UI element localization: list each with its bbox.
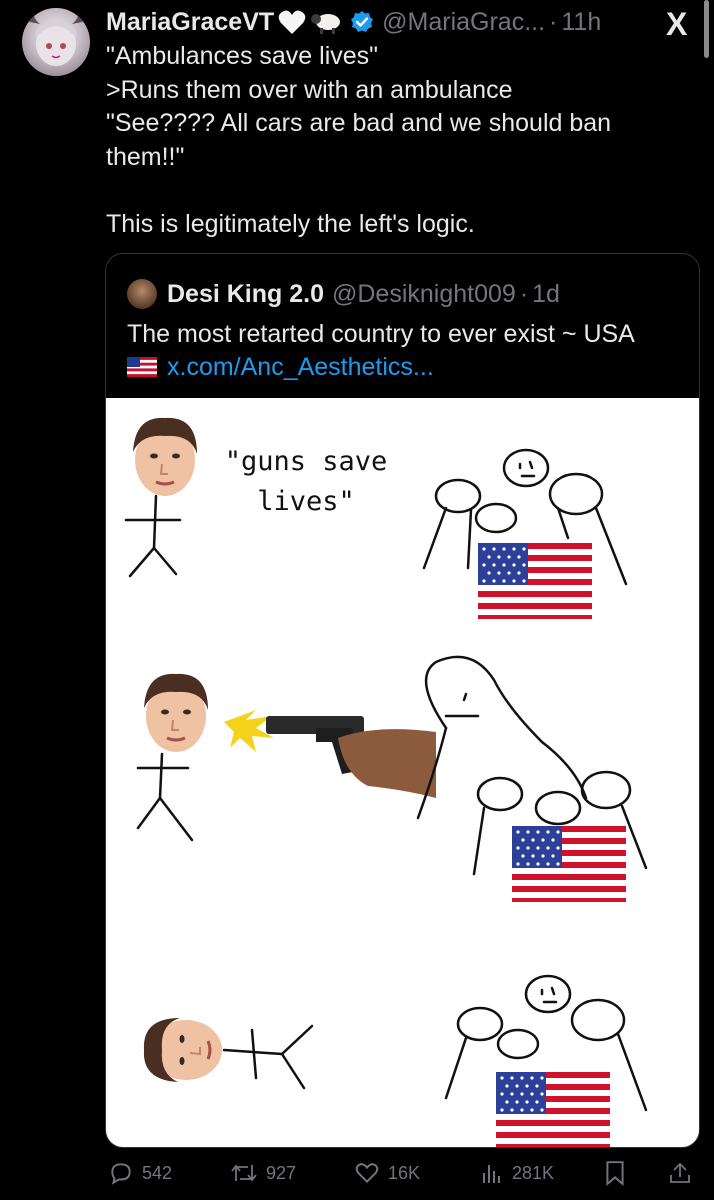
repost-icon [231, 1164, 257, 1182]
meme-caption: "guns save lives" [206, 442, 406, 522]
quoted-post-body: The most retarted country to ever exist … [127, 320, 635, 348]
meme-image[interactable]: "guns save lives" [106, 398, 699, 1147]
reply-icon [111, 1163, 131, 1185]
author-handle[interactable]: @MariaGrac... [382, 8, 545, 37]
bookmark-button[interactable] [604, 1160, 634, 1186]
views-button[interactable]: 281K [480, 1160, 554, 1186]
quoted-post-header: Desi King 2.0 @Desiknight009 · 1d [127, 276, 560, 312]
reply-button[interactable]: 542 [108, 1160, 172, 1186]
separator-dot: · [549, 7, 558, 36]
quoted-post-text: The most retarted country to ever exist … [127, 318, 687, 384]
like-count: 16K [388, 1162, 421, 1183]
repost-count: 927 [266, 1162, 297, 1183]
x-logo-icon: X [666, 6, 688, 42]
post-text-line: This is legitimately the left's logic. [106, 209, 475, 238]
post-header: MariaGraceVT @MariaGrac... · 11h [106, 4, 601, 40]
gun [266, 716, 436, 798]
meme-caption-line: "guns save [224, 446, 388, 477]
quoted-post-link[interactable]: x.com/Anc_Aesthetics... [167, 353, 434, 381]
separator-dot: · [519, 279, 529, 308]
quoted-author-avatar[interactable] [127, 279, 157, 309]
share-button[interactable] [668, 1160, 700, 1186]
quoted-post[interactable]: Desi King 2.0 @Desiknight009 · 1d The mo… [105, 253, 700, 1148]
post-text-line: "See???? All cars are bad and we should … [106, 109, 612, 137]
quoted-author-handle[interactable]: @Desiknight009 [332, 280, 516, 309]
panel-2 [136, 655, 648, 902]
author-avatar[interactable] [22, 8, 90, 76]
quoted-post-time[interactable]: 1d [532, 280, 560, 309]
us-flag-icon [127, 357, 157, 377]
verified-badge-icon [350, 10, 374, 34]
sheep-icon [310, 9, 344, 35]
views-chart-icon [483, 1165, 500, 1183]
author-name[interactable]: MariaGraceVT [106, 8, 274, 37]
post-text-line: them!!" [106, 142, 185, 171]
views-count: 281K [512, 1162, 555, 1183]
post-time[interactable]: 11h [561, 8, 601, 37]
action-bar: 542 927 16K 281K [0, 1152, 714, 1198]
like-button[interactable]: 16K [354, 1160, 420, 1186]
meme-caption-line: lives" [257, 486, 355, 517]
share-icon [670, 1162, 690, 1183]
reply-count: 542 [142, 1162, 173, 1183]
scrollbar[interactable] [704, 0, 709, 58]
post-text: "Ambulances save lives" >Runs them over … [106, 40, 666, 241]
white-heart-icon [278, 9, 306, 35]
panel-3 [142, 974, 648, 1147]
post-text-line: >Runs them over with an ambulance [106, 75, 513, 104]
avatar-art [27, 10, 85, 66]
repost-button[interactable]: 927 [230, 1160, 296, 1186]
bookmark-icon [606, 1161, 624, 1186]
post-text-line: "Ambulances save lives" [106, 42, 379, 70]
post-text-line: ​ [106, 174, 666, 208]
heart-icon [355, 1163, 379, 1184]
quoted-author-name[interactable]: Desi King 2.0 [167, 280, 324, 309]
